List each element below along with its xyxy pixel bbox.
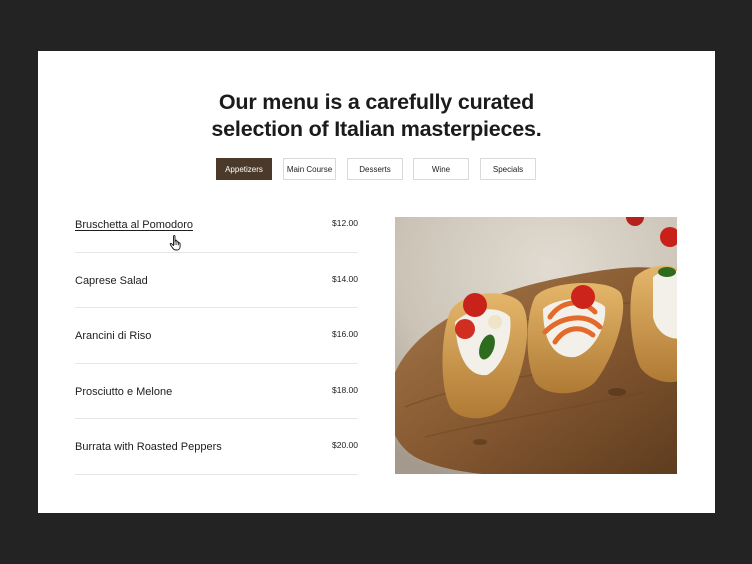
menu-item[interactable]: Prosciutto e Melone $18.00 (75, 364, 358, 419)
menu-item-name: Caprese Salad (75, 274, 148, 287)
menu-item-name: Burrata with Roasted Peppers (75, 441, 222, 453)
menu-item-price: $20.00 (332, 440, 358, 450)
menu-item[interactable]: Burrata with Roasted Peppers $20.00 (75, 419, 358, 475)
menu-item-name: Bruschetta al Pomodoro (75, 219, 194, 231)
menu-item-price: $12.00 (332, 218, 358, 228)
tab-specials[interactable]: Specials (480, 158, 536, 180)
tab-appetizers[interactable]: Appetizers (216, 158, 272, 180)
menu-item[interactable]: Bruschetta al Pomodoro $12.00 (75, 197, 358, 253)
menu-item-price: $16.00 (332, 329, 358, 339)
menu-item[interactable]: Caprese Salad $14.00 (75, 253, 358, 308)
menu-item-price: $18.00 (332, 384, 358, 395)
menu-item-name: Arancini di Riso (75, 330, 152, 342)
menu-card: Our menu is a carefully curated selectio… (38, 51, 715, 513)
menu-item-name: Prosciutto e Melone (75, 385, 173, 398)
tab-main-course[interactable]: Main Course (283, 158, 336, 180)
menu-item-price: $14.00 (332, 273, 358, 284)
bruschetta-image (395, 217, 677, 474)
bruschetta-photo (395, 217, 677, 474)
category-tabs: Appetizers Main Course Desserts Wine Spe… (38, 158, 715, 180)
hand-pointer-icon (169, 235, 181, 251)
page-title: Our menu is a carefully curated selectio… (38, 89, 715, 143)
page-title-line-1: Our menu is a carefully curated (218, 90, 535, 114)
tab-wine[interactable]: Wine (413, 158, 469, 180)
page-title-line-2: selection of Italian masterpieces. (211, 117, 542, 141)
menu-list: Bruschetta al Pomodoro $12.00 Caprese Sa… (75, 197, 358, 475)
tab-desserts[interactable]: Desserts (347, 158, 403, 180)
menu-item[interactable]: Arancini di Riso $16.00 (75, 308, 358, 364)
